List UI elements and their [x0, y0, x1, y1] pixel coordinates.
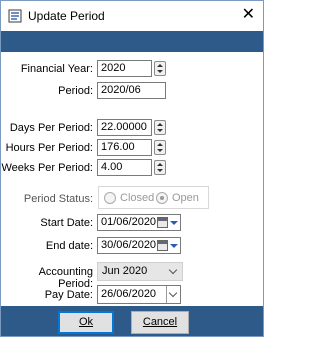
period-status-label: Period Status: — [23, 193, 93, 205]
start-date-value: 01/06/2020 — [101, 216, 157, 228]
days-per-period-label: Days Per Period: — [9, 122, 93, 134]
pay-date-dropdown-button[interactable] — [166, 286, 180, 303]
hours-per-period-label: Hours Per Period: — [5, 142, 93, 154]
ok-button-label: Ok — [78, 316, 94, 328]
stepper-up-icon[interactable] — [157, 163, 163, 166]
stepper-up-icon[interactable] — [157, 143, 163, 146]
weeks-per-period-stepper[interactable] — [154, 160, 166, 175]
chevron-down-icon — [168, 288, 178, 298]
accounting-period-select[interactable]: Jun 2020 — [97, 262, 183, 281]
close-icon[interactable]: ✕ — [242, 6, 255, 24]
days-per-period-stepper[interactable] — [154, 120, 166, 135]
start-date-picker[interactable]: 01/06/2020 — [97, 214, 181, 231]
calendar-icon[interactable] — [157, 240, 168, 251]
cancel-button-label: Cancel — [142, 316, 178, 328]
end-date-label: End date: — [45, 240, 93, 252]
accounting-period-value: Jun 2020 — [102, 265, 148, 277]
radio-closed-label: Closed — [120, 192, 155, 204]
weeks-per-period-label: Weeks Per Period: — [1, 162, 93, 174]
chevron-down-icon — [168, 265, 178, 275]
stepper-up-icon[interactable] — [157, 123, 163, 126]
end-date-picker[interactable]: 30/06/2020 — [97, 237, 181, 254]
pay-date-picker[interactable]: 26/06/2020 — [97, 285, 181, 304]
dropdown-arrow-icon[interactable] — [170, 221, 178, 225]
stepper-down-icon[interactable] — [157, 70, 163, 73]
app-icon — [8, 9, 22, 23]
radio-open-label: Open — [172, 192, 199, 204]
title-bar: Update Period ✕ — [1, 1, 263, 31]
end-date-value: 30/06/2020 — [101, 239, 157, 251]
ok-button[interactable]: Ok — [58, 311, 114, 334]
financial-year-stepper[interactable] — [154, 61, 166, 76]
stepper-down-icon[interactable] — [157, 129, 163, 132]
hours-per-period-stepper[interactable] — [154, 140, 166, 155]
cancel-button[interactable]: Cancel — [131, 311, 189, 334]
stepper-down-icon[interactable] — [157, 149, 163, 152]
window-title: Update Period — [28, 9, 105, 23]
update-period-dialog: Update Period ✕ Financial Year: 2020 Per… — [0, 0, 264, 337]
radio-open[interactable] — [156, 192, 168, 204]
accounting-period-label: Accounting Period: — [38, 266, 93, 290]
dropdown-arrow-icon[interactable] — [170, 244, 178, 248]
period-input[interactable]: 2020/06 — [97, 82, 166, 99]
days-per-period-input[interactable]: 22.00000 — [97, 119, 152, 136]
pay-date-value: 26/06/2020 — [101, 288, 157, 300]
calendar-icon[interactable] — [157, 217, 168, 228]
start-date-label: Start Date: — [40, 217, 93, 229]
pay-date-label: Pay Date: — [44, 289, 93, 301]
header-band — [1, 31, 263, 52]
period-label: Period: — [58, 85, 93, 97]
weeks-per-period-input[interactable]: 4.00 — [97, 159, 152, 176]
radio-closed[interactable] — [104, 192, 116, 204]
stepper-up-icon[interactable] — [157, 64, 163, 67]
financial-year-label: Financial Year: — [20, 63, 93, 75]
financial-year-input[interactable]: 2020 — [97, 60, 152, 77]
stepper-down-icon[interactable] — [157, 169, 163, 172]
hours-per-period-input[interactable]: 176.00 — [97, 139, 152, 156]
